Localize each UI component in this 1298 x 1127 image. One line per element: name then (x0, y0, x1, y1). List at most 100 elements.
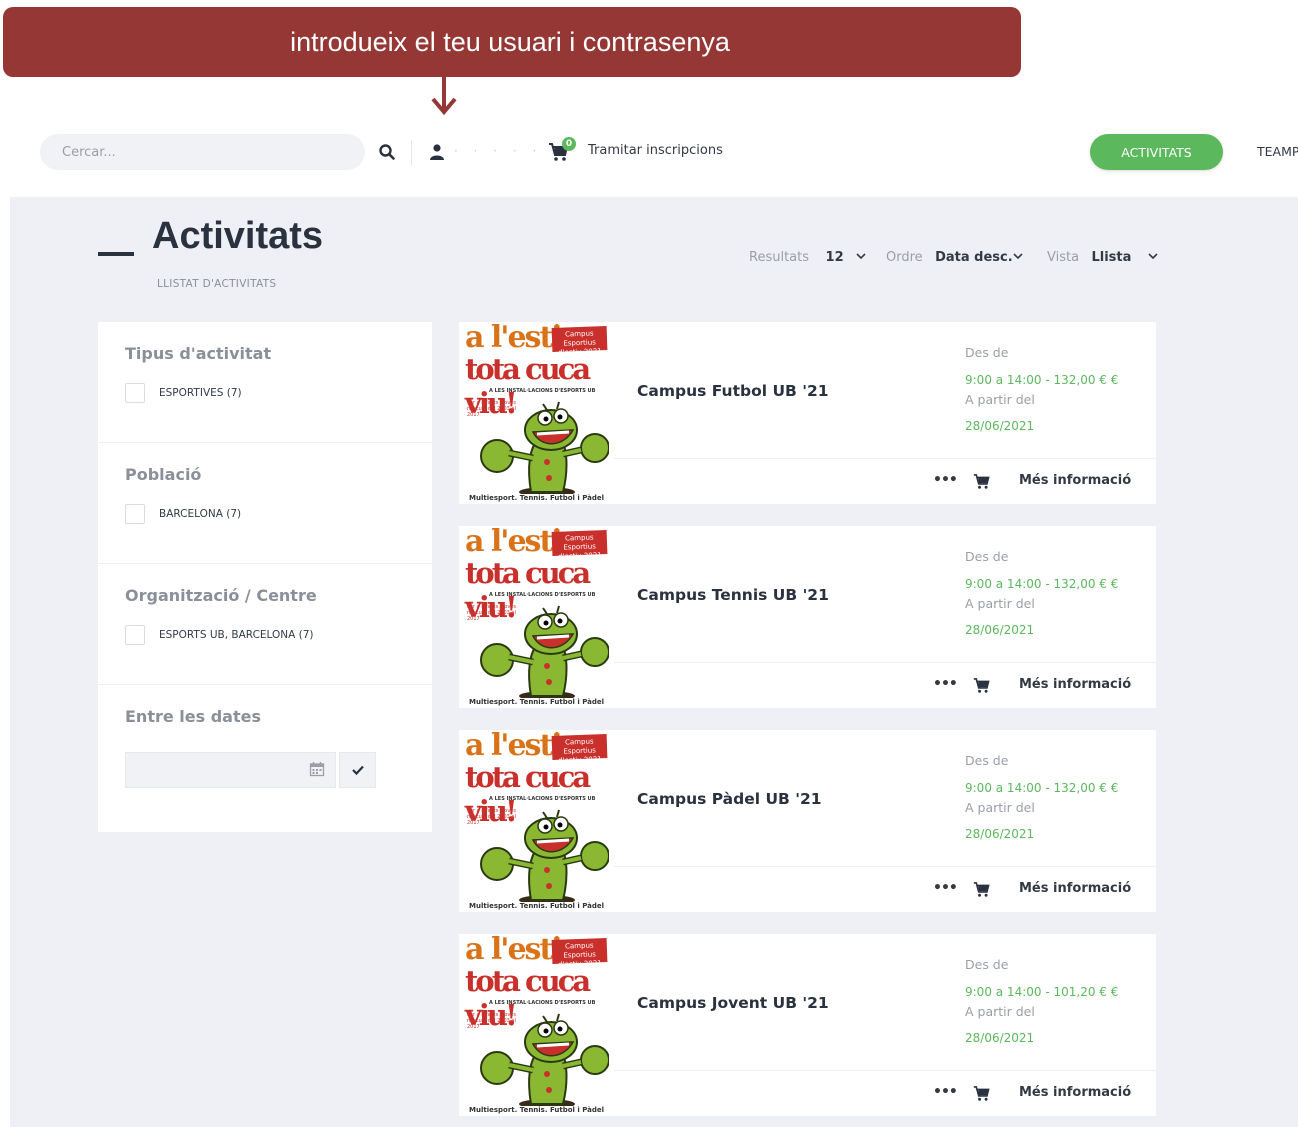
activity-poster-image[interactable]: a l'estiu Campus Esportius d'estiu 2021 … (459, 730, 614, 912)
caterpillar-mascot-icon (480, 1013, 609, 1106)
filter-option-label: BARCELONA (7) (159, 508, 242, 520)
start-date: 28/06/2021 (965, 623, 1035, 637)
filter-option-label: ESPORTIVES (7) (159, 387, 242, 399)
poster-tag: Campus Esportius d'estiu 2021 (551, 734, 608, 765)
activity-card: a l'estiu Campus Esportius d'estiu 2021 … (459, 730, 1156, 912)
teamp-link[interactable]: TEAMP (1257, 144, 1298, 159)
search-input[interactable] (40, 134, 365, 170)
caterpillar-mascot-icon (480, 809, 609, 902)
cart-icon[interactable] (973, 677, 991, 694)
apply-dates-button[interactable] (339, 752, 376, 788)
activity-card: a l'estiu Campus Esportius d'estiu 2021 … (459, 322, 1156, 504)
start-date-label: A partir del (965, 392, 1035, 407)
resultats-value: 12 (825, 250, 844, 265)
checkbox[interactable] (125, 504, 145, 524)
poster-footer: Multiesport. Tennis. Futbol i Pàdel (469, 902, 605, 910)
more-options-icon[interactable]: ••• (933, 676, 958, 692)
activity-card: a l'estiu Campus Esportius d'estiu 2021 … (459, 934, 1156, 1116)
chevron-down-icon (856, 253, 866, 260)
more-info-link[interactable]: Més informació (1019, 473, 1131, 488)
more-info-link[interactable]: Més informació (1019, 881, 1131, 896)
filter-section-tipus: Tipus d'activitat ESPORTIVES (7) (98, 322, 432, 443)
price-label: Des de (965, 957, 1009, 972)
filter-option-esports-ub[interactable]: ESPORTS UB, BARCELONA (7) (125, 625, 314, 645)
start-date-label: A partir del (965, 596, 1035, 611)
filter-option-label: ESPORTS UB, BARCELONA (7) (159, 629, 314, 641)
activity-name[interactable]: Campus Futbol UB '21 (637, 382, 829, 400)
activity-name[interactable]: Campus Jovent UB '21 (637, 994, 829, 1012)
page-title: Activitats (152, 215, 324, 257)
more-info-link[interactable]: Més informació (1019, 1085, 1131, 1100)
vista-value: Llista (1091, 250, 1132, 265)
schedule-price: 9:00 a 14:00 - 101,20 € € (965, 985, 1119, 999)
price-label: Des de (965, 345, 1009, 360)
calendar-icon[interactable] (309, 761, 325, 777)
cart-icon[interactable] (973, 473, 991, 490)
arrow-down-icon (431, 77, 457, 116)
user-icon[interactable] (428, 143, 446, 161)
more-options-icon[interactable]: ••• (933, 880, 958, 896)
ordre-label: Ordre (886, 250, 923, 265)
activity-poster-image[interactable]: a l'estiu Campus Esportius d'estiu 2021 … (459, 526, 614, 708)
poster-tag: Campus Esportius d'estiu 2021 (551, 530, 608, 561)
cart-icon[interactable] (973, 1085, 991, 1102)
poster-subline: A LES INSTAL·LACIONS D'ESPORTS UB (489, 1000, 596, 1006)
filter-title: Població (125, 465, 202, 484)
divider (411, 140, 412, 166)
main-content: Activitats LLISTAT D'ACTIVITATS Resultat… (10, 197, 1298, 1127)
poster-subline: A LES INSTAL·LACIONS D'ESPORTS UB (489, 388, 596, 394)
activity-poster-image[interactable]: a l'estiu Campus Esportius d'estiu 2021 … (459, 934, 614, 1116)
price-label: Des de (965, 753, 1009, 768)
title-dash (98, 252, 134, 256)
poster-subline: A LES INSTAL·LACIONS D'ESPORTS UB (489, 796, 596, 802)
view-select[interactable]: Vista Llista (1047, 250, 1158, 265)
more-options-icon[interactable]: ••• (933, 472, 958, 488)
poster-tag: Campus Esportius d'estiu 2021 (551, 326, 608, 357)
more-info-link[interactable]: Més informació (1019, 677, 1131, 692)
instruction-callout: introdueix el teu usuari i contrasenya (3, 7, 1021, 77)
search-icon[interactable] (377, 142, 397, 162)
results-per-page-select[interactable]: Resultats 12 (749, 250, 866, 265)
activity-name[interactable]: Campus Pàdel UB '21 (637, 790, 822, 808)
checkbox[interactable] (125, 625, 145, 645)
activitats-button[interactable]: ACTIVITATS (1090, 134, 1223, 170)
cart-count-badge: 0 (562, 137, 576, 151)
poster-tag: Campus Esportius d'estiu 2021 (551, 938, 608, 969)
checkbox[interactable] (125, 383, 145, 403)
start-date-label: A partir del (965, 800, 1035, 815)
activity-info: Campus Pàdel UB '21 Des de 9:00 a 14:00 … (614, 730, 1156, 867)
schedule-price: 9:00 a 14:00 - 132,00 € € (965, 781, 1119, 795)
activity-poster-image[interactable]: a l'estiu Campus Esportius d'estiu 2021 … (459, 322, 614, 504)
start-date: 28/06/2021 (965, 1031, 1035, 1045)
poster-footer: Multiesport. Tennis. Futbol i Pàdel (469, 698, 605, 706)
filter-option-esportives[interactable]: ESPORTIVES (7) (125, 383, 242, 403)
filter-option-barcelona[interactable]: BARCELONA (7) (125, 504, 241, 524)
user-name[interactable]: · · · · · (454, 144, 542, 158)
top-navigation-bar: · · · · · 0 Tramitar inscripcions ACTIVI… (0, 118, 1298, 196)
resultats-label: Resultats (749, 250, 810, 265)
activity-info: Campus Jovent UB '21 Des de 9:00 a 14:00… (614, 934, 1156, 1071)
check-icon (351, 765, 364, 776)
filter-title: Tipus d'activitat (125, 344, 272, 363)
activity-info: Campus Tennis UB '21 Des de 9:00 a 14:00… (614, 526, 1156, 663)
activity-info: Campus Futbol UB '21 Des de 9:00 a 14:00… (614, 322, 1156, 459)
poster-footer: Multiesport. Tennis. Futbol i Pàdel (469, 494, 605, 502)
filter-section-organitzacio: Organització / Centre ESPORTS UB, BARCEL… (98, 564, 432, 685)
tramitar-inscripcions-link[interactable]: Tramitar inscripcions (588, 143, 723, 158)
start-date: 28/06/2021 (965, 419, 1035, 433)
cart-icon[interactable] (973, 881, 991, 898)
ordre-value: Data desc. (935, 250, 1013, 265)
start-date: 28/06/2021 (965, 827, 1035, 841)
chevron-down-icon (1148, 253, 1158, 260)
date-range-input[interactable] (125, 752, 336, 788)
activity-name[interactable]: Campus Tennis UB '21 (637, 586, 829, 604)
start-date-label: A partir del (965, 1004, 1035, 1019)
more-options-icon[interactable]: ••• (933, 1084, 958, 1100)
poster-subline: A LES INSTAL·LACIONS D'ESPORTS UB (489, 592, 596, 598)
filter-title: Organització / Centre (125, 586, 317, 605)
filter-title: Entre les dates (125, 707, 261, 726)
schedule-price: 9:00 a 14:00 - 132,00 € € (965, 373, 1119, 387)
order-select[interactable]: Ordre Data desc. (886, 250, 1023, 265)
filters-panel: Tipus d'activitat ESPORTIVES (7) Poblaci… (98, 322, 432, 832)
vista-label: Vista (1047, 250, 1080, 265)
